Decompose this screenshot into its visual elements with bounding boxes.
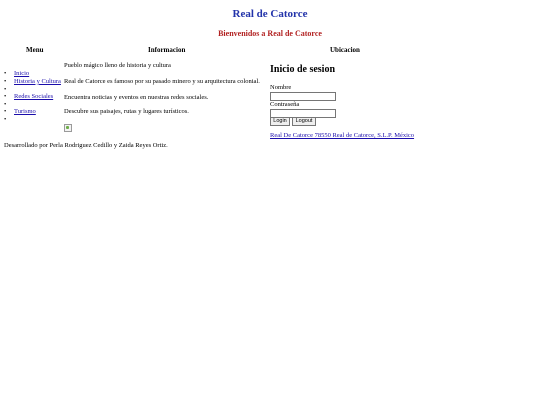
menu-item-historia: Historia y Cultura bbox=[4, 78, 61, 86]
name-input[interactable] bbox=[270, 92, 336, 101]
logout-button[interactable]: Logout bbox=[292, 117, 316, 126]
menu-item-inicio: Inicio bbox=[4, 70, 61, 78]
footer-credits: Desarrollado por Perla Rodriguez Cedillo… bbox=[4, 142, 168, 149]
info-line: Descubre sus paisajes, rutas y lugares t… bbox=[64, 108, 189, 115]
location-column-heading: Ubicacion bbox=[330, 46, 360, 54]
info-line: Real de Catorce es famoso por su pasado … bbox=[64, 78, 260, 85]
menu-item-empty bbox=[4, 101, 61, 109]
menu-item-empty bbox=[4, 116, 61, 124]
menu-list: Inicio Historia y Cultura Redes Sociales… bbox=[4, 70, 61, 124]
menu-item-turismo: Turismo bbox=[4, 108, 61, 116]
info-line: Encuentra noticias y eventos en nuestras… bbox=[64, 94, 209, 101]
menu-link-historia-y-cultura[interactable]: Historia y Cultura bbox=[14, 78, 61, 85]
menu-link-inicio[interactable]: Inicio bbox=[14, 70, 29, 77]
page-subtitle: Bienvenidos a Real de Catorce bbox=[218, 29, 322, 38]
menu-item-redes: Redes Sociales bbox=[4, 93, 61, 101]
login-button[interactable]: Login bbox=[270, 117, 290, 126]
menu-item-empty bbox=[4, 86, 61, 94]
menu-link-turismo[interactable]: Turismo bbox=[14, 108, 36, 115]
password-label: Contraseña bbox=[270, 101, 300, 108]
broken-image-icon bbox=[64, 124, 72, 132]
info-line: Pueblo mágico lleno de historia y cultur… bbox=[64, 62, 171, 69]
info-column-heading: Informacion bbox=[148, 46, 186, 54]
menu-link-redes-sociales[interactable]: Redes Sociales bbox=[14, 93, 53, 100]
login-title: Inicio de sesion bbox=[270, 64, 336, 75]
menu-column-heading: Menu bbox=[26, 46, 44, 54]
name-label: Nombre bbox=[270, 84, 292, 91]
address-link[interactable]: Real De Catorce 78550 Real de Catorce, S… bbox=[270, 132, 414, 139]
page-title: Real de Catorce bbox=[232, 8, 308, 20]
